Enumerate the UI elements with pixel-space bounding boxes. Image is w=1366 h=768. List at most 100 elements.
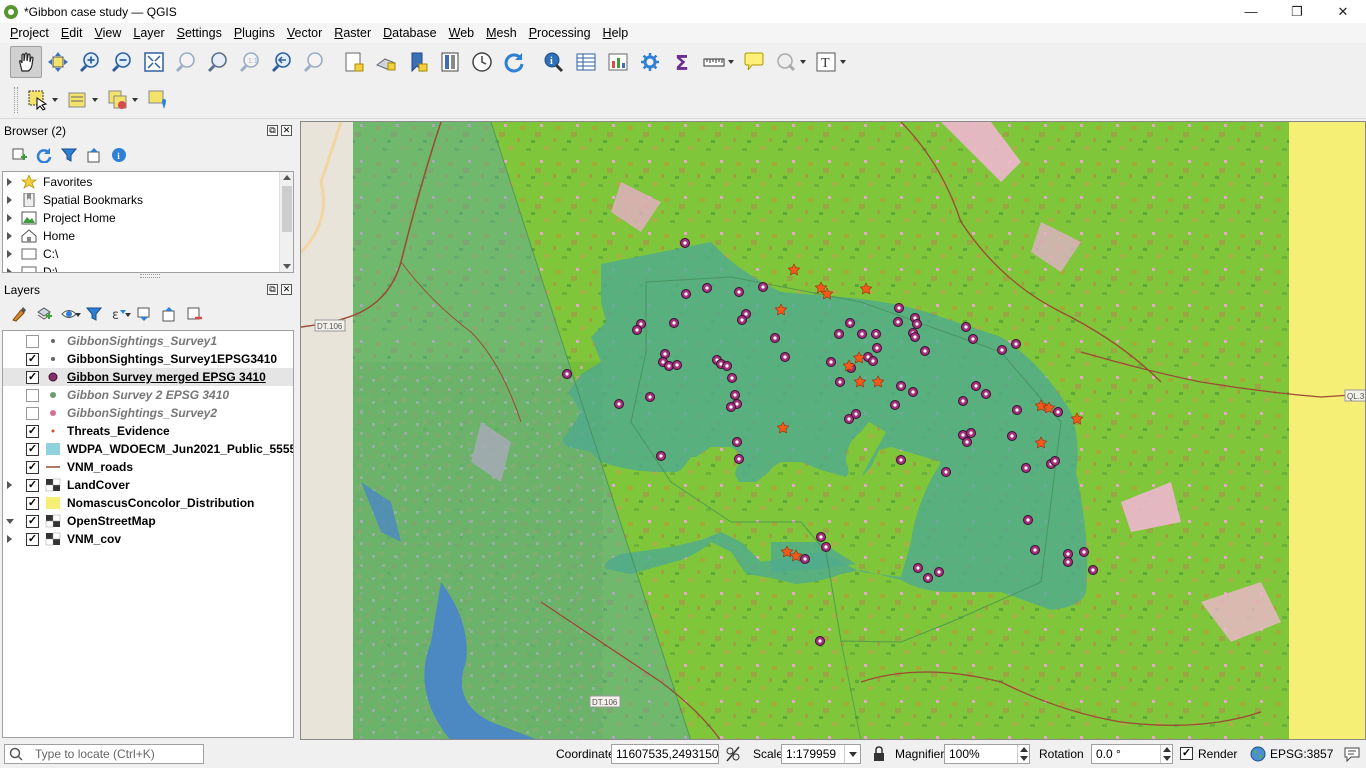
close-button[interactable]: ✕ bbox=[1320, 0, 1366, 23]
refresh-icon[interactable] bbox=[498, 46, 530, 78]
layer-visibility-checkbox[interactable]: ✓ bbox=[26, 461, 39, 474]
coordinate-field[interactable]: 11607535,2493150 bbox=[611, 744, 719, 764]
layer-visibility-checkbox[interactable] bbox=[26, 335, 39, 348]
zoom-last-icon[interactable] bbox=[266, 46, 298, 78]
remove-layer-icon[interactable] bbox=[181, 303, 206, 325]
browser-tree[interactable]: Favorites Spatial Bookmarks Project Home… bbox=[2, 171, 294, 273]
locator-search-input[interactable]: Type to locate (Ctrl+K) bbox=[4, 744, 204, 764]
layers-tree[interactable]: GibbonSightings_Survey1 ✓ GibbonSightings_… bbox=[2, 330, 294, 738]
chevron-right-icon[interactable] bbox=[7, 481, 12, 489]
zoom-out-icon[interactable] bbox=[106, 46, 138, 78]
maximize-button[interactable]: ❐ bbox=[1274, 0, 1320, 23]
layer-row[interactable]: ✓ NomascusConcolor_Distribution bbox=[3, 494, 293, 512]
measure-icon[interactable] bbox=[698, 46, 734, 78]
layer-visibility-checkbox[interactable]: ✓ bbox=[26, 371, 39, 384]
zoom-native-icon[interactable]: 1:1 bbox=[234, 46, 266, 78]
zoom-to-selection-icon[interactable] bbox=[170, 46, 202, 78]
menu-view[interactable]: View bbox=[88, 26, 127, 40]
menu-layer[interactable]: Layer bbox=[127, 26, 170, 40]
layer-row[interactable]: ✓ Threats_Evidence bbox=[3, 422, 293, 440]
menu-raster[interactable]: Raster bbox=[328, 26, 377, 40]
menu-project[interactable]: Project bbox=[4, 26, 55, 40]
new-bookmark-icon[interactable] bbox=[338, 46, 370, 78]
collapse-all-icon[interactable] bbox=[81, 144, 106, 166]
close-panel-icon[interactable]: ✕ bbox=[281, 284, 292, 295]
panel-splitter[interactable] bbox=[140, 274, 160, 278]
layer-row[interactable]: ✓ GibbonSightings_Survey1EPSG3410 bbox=[3, 350, 293, 368]
layer-visibility-checkbox[interactable] bbox=[26, 389, 39, 402]
layer-row[interactable]: GibbonSightings_Survey2 bbox=[3, 404, 293, 422]
manage-visibility-icon[interactable] bbox=[56, 303, 81, 325]
toolbar-handle[interactable] bbox=[14, 86, 18, 113]
zoom-full-icon[interactable] bbox=[138, 46, 170, 78]
minimize-button[interactable]: — bbox=[1228, 0, 1274, 23]
processing-toolbox-icon[interactable] bbox=[634, 46, 666, 78]
filter-legend-icon[interactable] bbox=[81, 303, 106, 325]
info-icon[interactable]: i bbox=[106, 144, 131, 166]
chevron-down-icon[interactable] bbox=[6, 519, 14, 524]
layer-styling-icon[interactable] bbox=[6, 303, 31, 325]
map-rendering[interactable]: DT.106 DT.106 QL.3 bbox=[301, 122, 1366, 740]
identify-icon[interactable]: i bbox=[538, 46, 570, 78]
layer-row[interactable]: ✓ LandCover bbox=[3, 476, 293, 494]
show-bookmarks-icon[interactable] bbox=[370, 46, 402, 78]
magnifier-spinbox[interactable]: 100% bbox=[944, 744, 1030, 764]
scroll-thumb[interactable] bbox=[282, 186, 292, 232]
text-annotation-icon[interactable]: T bbox=[810, 46, 846, 78]
layer-row[interactable]: GibbonSightings_Survey1 bbox=[3, 332, 293, 350]
messages-icon[interactable] bbox=[1343, 745, 1361, 766]
annotation-icon[interactable] bbox=[738, 46, 770, 78]
map-tips-icon[interactable] bbox=[434, 46, 466, 78]
layer-row[interactable]: ✓ VNM_cov bbox=[3, 530, 293, 548]
layer-row[interactable]: ✓ Gibbon Survey merged EPSG 3410 bbox=[3, 368, 293, 386]
menu-database[interactable]: Database bbox=[377, 26, 443, 40]
lock-scale-icon[interactable] bbox=[873, 746, 885, 765]
add-point-icon[interactable] bbox=[142, 84, 174, 116]
temporal-controller-icon[interactable] bbox=[466, 46, 498, 78]
layer-row[interactable]: ✓ VNM_roads bbox=[3, 458, 293, 476]
render-checkbox[interactable]: ✓ bbox=[1180, 747, 1193, 760]
layer-visibility-checkbox[interactable]: ✓ bbox=[26, 497, 39, 510]
collapse-all-layers-icon[interactable] bbox=[156, 303, 181, 325]
layer-visibility-checkbox[interactable] bbox=[26, 407, 39, 420]
select-by-location-icon[interactable] bbox=[770, 46, 806, 78]
toggle-extents-icon[interactable] bbox=[725, 745, 741, 766]
expand-all-icon[interactable] bbox=[131, 303, 156, 325]
add-selected-layers-icon[interactable] bbox=[6, 144, 31, 166]
layer-visibility-checkbox[interactable]: ✓ bbox=[26, 425, 39, 438]
layer-visibility-checkbox[interactable]: ✓ bbox=[26, 533, 39, 546]
crs-label[interactable]: EPSG:3857 bbox=[1270, 747, 1333, 761]
menu-edit[interactable]: Edit bbox=[55, 26, 89, 40]
attribute-table-icon[interactable] bbox=[570, 46, 602, 78]
map-canvas[interactable]: DT.106 DT.106 QL.3 bbox=[300, 121, 1366, 740]
scale-combobox[interactable]: 1:179959 bbox=[781, 744, 861, 764]
layer-visibility-checkbox[interactable]: ✓ bbox=[26, 479, 39, 492]
zoom-next-icon[interactable] bbox=[298, 46, 330, 78]
statistics-icon[interactable]: Σ bbox=[666, 46, 698, 78]
layer-visibility-checkbox[interactable]: ✓ bbox=[26, 353, 39, 366]
layer-visibility-checkbox[interactable]: ✓ bbox=[26, 515, 39, 528]
menu-mesh[interactable]: Mesh bbox=[480, 26, 523, 40]
scroll-down-icon[interactable] bbox=[283, 264, 291, 269]
filter-browser-icon[interactable] bbox=[56, 144, 81, 166]
pan-to-selection-icon[interactable] bbox=[42, 46, 74, 78]
rotation-spinbox[interactable]: 0.0 ° bbox=[1091, 744, 1173, 764]
scroll-up-icon[interactable] bbox=[283, 175, 291, 180]
menu-settings[interactable]: Settings bbox=[171, 26, 228, 40]
browser-scrollbar[interactable] bbox=[279, 172, 293, 272]
pan-hand-icon[interactable] bbox=[10, 46, 42, 78]
close-panel-icon[interactable]: ✕ bbox=[281, 125, 292, 136]
new-spatial-bookmark-icon[interactable] bbox=[402, 46, 434, 78]
chevron-right-icon[interactable] bbox=[7, 535, 12, 543]
layer-row[interactable]: ✓ WDPA_WDOECM_Jun2021_Public_555594 bbox=[3, 440, 293, 458]
layer-row[interactable]: Gibbon Survey 2 EPSG 3410 bbox=[3, 386, 293, 404]
menu-help[interactable]: Help bbox=[597, 26, 635, 40]
select-features-icon[interactable] bbox=[22, 84, 58, 116]
crs-globe-icon[interactable] bbox=[1250, 746, 1266, 765]
field-calculator-icon[interactable] bbox=[602, 46, 634, 78]
filter-expression-icon[interactable]: ε bbox=[106, 303, 131, 325]
select-by-value-icon[interactable] bbox=[62, 84, 98, 116]
zoom-to-layer-icon[interactable] bbox=[202, 46, 234, 78]
add-group-icon[interactable] bbox=[31, 303, 56, 325]
layer-row[interactable]: ✓ OpenStreetMap bbox=[3, 512, 293, 530]
